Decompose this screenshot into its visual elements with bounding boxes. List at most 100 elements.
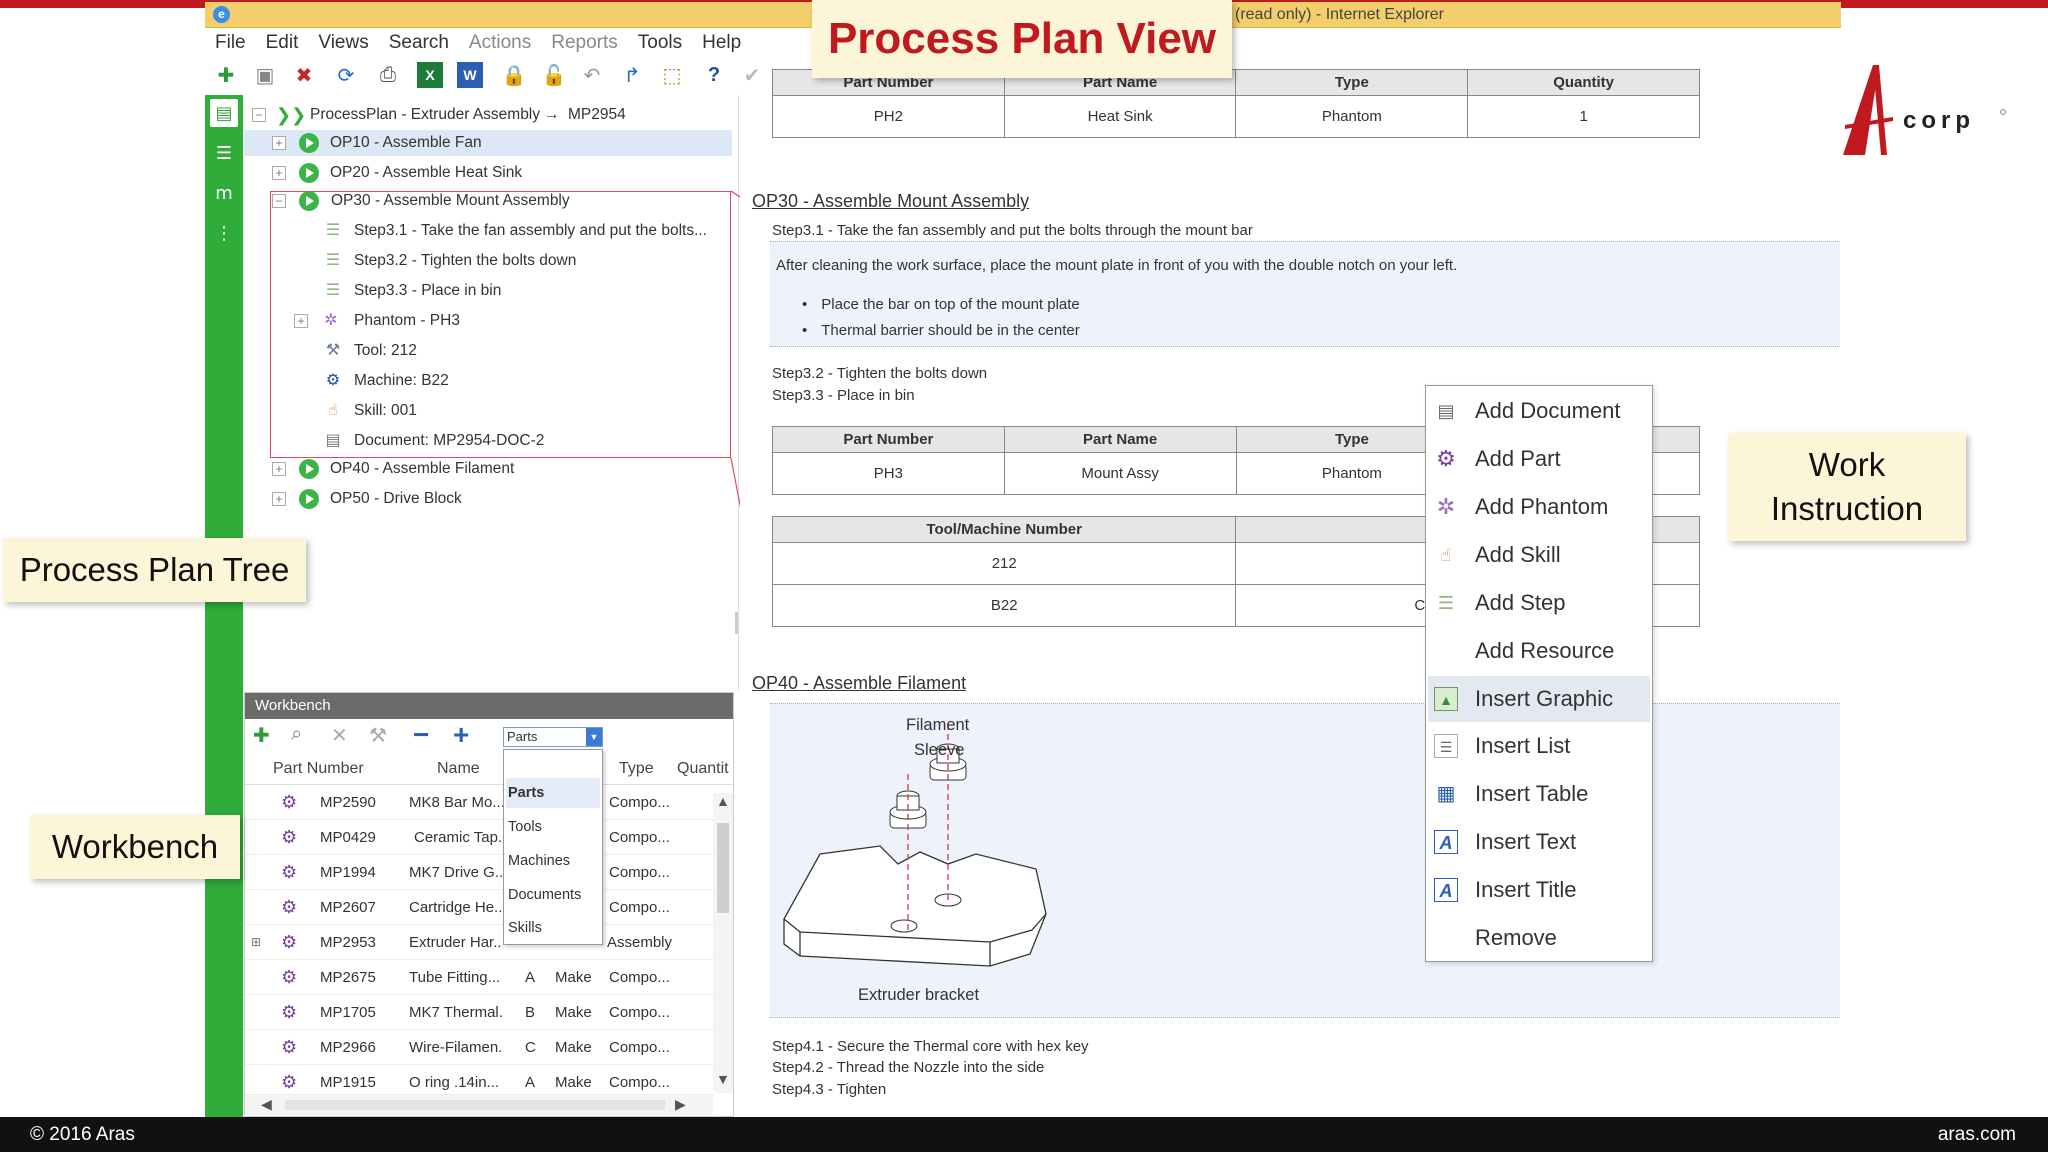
dropdown-option-parts[interactable]: Parts [506,778,600,808]
gear-icon: ⚙ [281,1037,298,1057]
step43-text: Step4.3 - Tighten [772,1081,887,1098]
label-sleeve: Sleeve [914,741,965,759]
row-type: Compo... [609,794,670,811]
phantom-gear-icon: ✲ [1436,494,1456,519]
menu-insert-title[interactable]: A Insert Title [1428,867,1650,913]
table-row[interactable]: ⚙ MP2607 Cartridge He... Compo... [245,890,715,925]
remove-icon[interactable]: ✕ [331,723,348,748]
gear-icon: ⚙ [281,1072,298,1092]
search-icon[interactable]: ⌕ [291,723,302,746]
menu-insert-table[interactable]: ▦ Insert Table [1428,771,1650,817]
row-make-buy: Make [555,1039,592,1056]
list-icon: ☰ [1434,734,1458,758]
dropdown-option-documents[interactable]: Documents [506,880,600,910]
menu-add-phantom[interactable]: ✲ Add Phantom [1428,484,1650,530]
th-part-name: Part Name [1003,426,1237,453]
row-name: Extruder Har... [409,934,503,951]
chevron-down-icon[interactable]: ▼ [586,728,602,746]
graphic-area: Filament Sleeve Extruder bracket [770,703,1840,1018]
dropdown-option-machines[interactable]: Machines [506,846,600,876]
th-quantity: Quantity [1467,69,1700,96]
scroll-down-icon[interactable]: ▼ [716,1071,730,1087]
pane-splitter[interactable] [735,612,738,634]
table-row[interactable]: ⚙ MP1915 O ring .14in... A Make Compo... [245,1065,715,1095]
menu-item-label: Insert Graphic [1475,686,1614,711]
gear-icon: ⚙ [281,967,298,987]
row-part-number: MP1915 [320,1074,376,1091]
td-quantity: 1 [1467,95,1700,138]
table-row[interactable]: ⚙ MP1994 MK7 Drive G... Compo... [245,855,715,890]
row-type: Compo... [609,969,670,986]
hand-icon: ☝ [1440,545,1452,565]
step42-text: Step4.2 - Thread the Nozzle into the sid… [772,1059,1045,1076]
scroll-left-icon[interactable]: ◀ [261,1096,272,1113]
bullet-1: • Place the bar on top of the mount plate [802,296,1080,313]
dropdown-option-skills[interactable]: Skills [506,913,600,943]
row-type: Compo... [609,899,670,916]
gear-icon: ⚙ [281,827,298,847]
gear-icon: ⚙ [281,862,298,882]
image-icon: ▲ [1434,687,1458,711]
menu-add-resource[interactable]: Add Resource [1428,628,1650,674]
menu-insert-list[interactable]: ☰ Insert List [1428,723,1650,769]
table-row[interactable]: ⚙ MP2590 MK8 Bar Mo... Compo... [245,785,715,820]
workbench-type-select[interactable]: Parts ▼ [503,727,603,747]
callout-process-plan-view: Process Plan View [812,0,1232,78]
op30-heading[interactable]: OP30 - Assemble Mount Assembly [752,191,1029,212]
menu-remove[interactable]: Remove [1428,915,1650,961]
gear-icon: ⚙ [1436,446,1456,471]
row-type: Assembly [607,934,673,951]
dropdown-option-tools[interactable]: Tools [506,812,600,842]
menu-add-document[interactable]: ▤ Add Document [1428,388,1650,434]
expand-all-icon[interactable]: + [453,719,469,751]
menu-insert-text[interactable]: A Insert Text [1428,819,1650,865]
add-icon[interactable]: ✚ [253,723,270,748]
callout-work-instruction: Work Instruction [1728,433,1966,541]
table-row[interactable]: ⊞ ⚙ MP2953 Extruder Har... Assembly [245,925,715,960]
col-type[interactable]: Type [619,753,654,785]
gear-icon: ⚙ [281,792,298,812]
col-quantity[interactable]: Quantit [677,753,729,785]
table-row[interactable]: ⚙ MP1705 MK7 Thermal... B Make Compo... [245,995,715,1030]
tools-icon[interactable]: ⚒ [369,723,387,748]
menu-item-label: Insert Table [1475,781,1589,806]
row-part-number: MP2590 [320,794,376,811]
td-part-name: Mount Assy [1003,452,1237,495]
menu-add-step[interactable]: ☰ Add Step [1428,580,1650,626]
table-icon: ▦ [1436,783,1456,805]
op40-heading[interactable]: OP40 - Assemble Filament [752,673,966,694]
td-part-name: Heat Sink [1003,95,1237,138]
row-part-number: MP0429 [320,829,376,846]
expand-icon[interactable]: ⊞ [251,925,261,960]
row-name: MK7 Thermal... [409,1004,503,1021]
footer-copyright: © 2016 Aras [30,1124,135,1145]
scroll-thumb[interactable] [285,1100,665,1110]
scroll-up-icon[interactable]: ▲ [716,793,730,809]
menu-add-skill[interactable]: ☝ Add Skill [1428,532,1650,578]
text-icon: A [1434,830,1458,854]
row-rev: A [525,969,536,986]
work-instruction-content: Part Number Part Name Type Quantity PH2 … [740,69,1841,1117]
callout-workbench: Workbench [30,815,240,879]
table-row[interactable]: ⚙ MP2966 Wire-Filamen... C Make Compo... [245,1030,715,1065]
footer-url[interactable]: aras.com [1938,1117,2016,1152]
vertical-scrollbar[interactable]: ▲ ▼ [713,793,733,1093]
scroll-right-icon[interactable]: ▶ [675,1096,686,1113]
horizontal-scrollbar[interactable]: ◀ ▶ [245,1095,713,1115]
collapse-all-icon[interactable]: − [413,719,429,751]
scroll-thumb[interactable] [717,823,729,913]
th-part-number: Part Number [772,426,1005,453]
menu-item-label: Insert Text [1475,829,1577,854]
menu-add-part[interactable]: ⚙ Add Part [1428,436,1650,482]
callout-work-instruction-line2: Instruction [1770,490,1924,527]
table-row[interactable]: ⚙ MP0429 Ceramic Tap... Compo... [245,820,715,855]
step31-text: Step3.1 - Take the fan assembly and put … [772,222,1253,239]
callout-process-plan-tree: Process Plan Tree [3,538,306,602]
row-type: Compo... [609,829,670,846]
col-part-number[interactable]: Part Number [273,753,364,785]
menu-insert-graphic[interactable]: ▲ Insert Graphic [1428,676,1650,722]
table-row[interactable]: ⚙ MP2675 Tube Fitting... A Make Compo... [245,960,715,995]
td-machine-number: B22 [771,584,1237,627]
menu-item-label: Remove [1475,925,1557,950]
col-name[interactable]: Name [437,753,480,785]
